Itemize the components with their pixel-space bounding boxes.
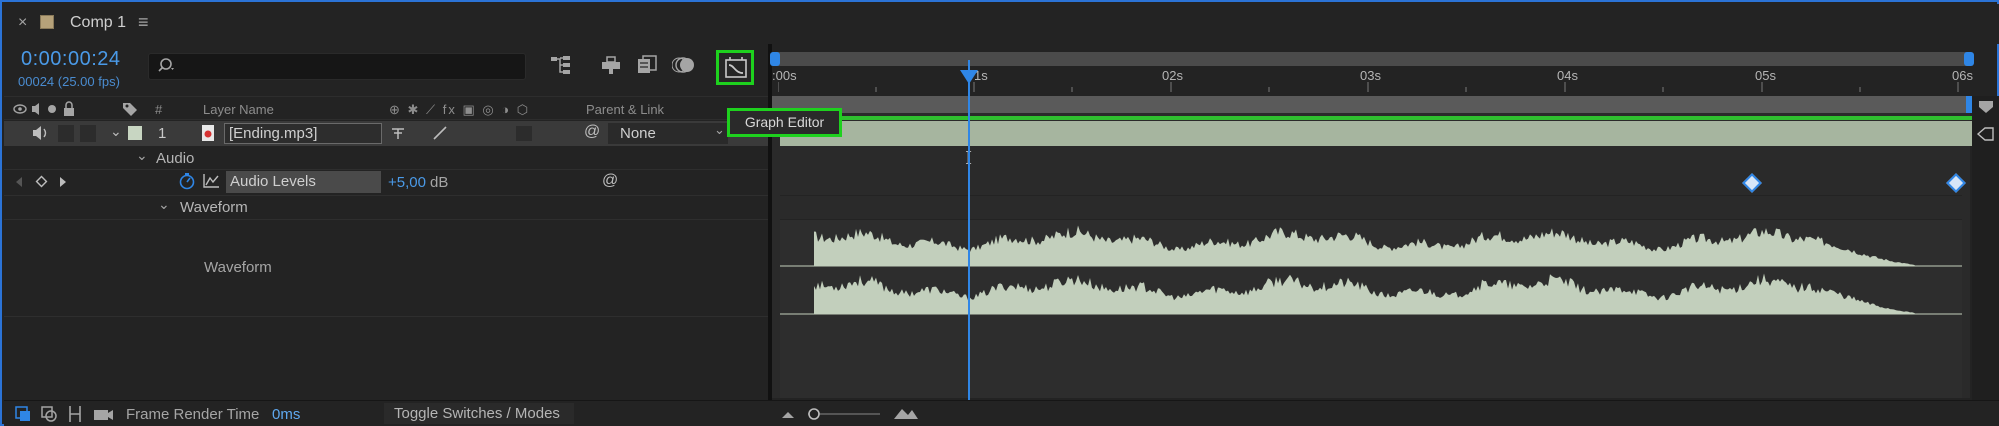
timeline-footer: Frame Render Time 0ms Toggle Switches / … — [4, 400, 1999, 426]
toggle-switches-modes-button[interactable]: Toggle Switches / Modes — [384, 403, 574, 424]
lock-toggle[interactable] — [80, 125, 96, 142]
zoom-out-icon[interactable] — [780, 407, 796, 424]
keyframe-navigator[interactable] — [14, 175, 68, 193]
layer-label-color[interactable] — [128, 126, 142, 140]
audio-levels-label: Audio Levels — [230, 173, 316, 190]
layer-switches-toggle-icon[interactable] — [14, 405, 32, 426]
expand-chevron-icon[interactable]: ⌄ — [110, 123, 122, 140]
graph-toggle-icon[interactable] — [202, 173, 220, 193]
layer-row[interactable]: ⌄ 1 [Ending.mp3] @ None ⌄ — [4, 121, 768, 146]
current-time-indicator[interactable] — [968, 60, 970, 400]
parent-dropdown[interactable]: None ⌄ — [608, 122, 728, 144]
panel-tab-bar — [4, 4, 1999, 44]
layer-name: [Ending.mp3] — [229, 125, 318, 142]
property-pickwhip-icon[interactable]: @ — [602, 172, 618, 190]
layer-name-field[interactable]: [Ending.mp3] — [224, 123, 382, 144]
comp-flowchart-icon[interactable] — [548, 54, 574, 78]
row-divider — [4, 219, 768, 220]
graph-editor-button[interactable] — [716, 50, 754, 85]
waveform-group-label[interactable]: Waveform — [180, 199, 248, 216]
parent-pickwhip-icon[interactable]: @ — [584, 123, 600, 141]
row-divider — [780, 195, 1962, 196]
zoom-in-icon[interactable] — [892, 405, 920, 425]
ruler-label: 02s — [1162, 68, 1183, 83]
audio-group-label[interactable]: Audio — [156, 150, 194, 167]
ruler-label: :00s — [772, 68, 797, 83]
waveform-property-label: Waveform — [204, 259, 272, 276]
layer-search-input[interactable] — [148, 53, 526, 80]
render-time-icon[interactable] — [92, 405, 114, 426]
graph-editor-tooltip: Graph Editor — [727, 108, 842, 137]
close-tab-icon[interactable]: × — [18, 14, 27, 32]
waveform-channel-left — [814, 225, 1920, 266]
property-name-field[interactable]: Audio Levels — [226, 171, 381, 193]
quality-switch-icon[interactable] — [432, 125, 448, 145]
solo-toggle[interactable] — [58, 125, 74, 142]
stopwatch-icon[interactable] — [178, 172, 196, 194]
frame-blending-icon[interactable] — [634, 54, 660, 78]
ruler-ticks — [778, 82, 1959, 92]
toggle-switches-modes-label: Toggle Switches / Modes — [394, 405, 560, 422]
layer-column-headers: # Layer Name ⊕ ✱ ⟋ fx ▣ ◎ ◑ ⬡ Parent & L… — [4, 96, 768, 120]
audio-levels-value[interactable]: +5,00 — [388, 174, 426, 191]
current-time-indicator-handle[interactable] — [960, 70, 978, 84]
comp-tab-label[interactable]: Comp 1 — [70, 14, 126, 32]
work-area-end-handle[interactable] — [1964, 52, 1974, 66]
parent-dropdown-value: None — [620, 125, 656, 142]
label-tag-icon[interactable] — [122, 101, 138, 121]
layer-bar-selection — [780, 116, 1972, 120]
ruler-label: 03s — [1360, 68, 1381, 83]
in-out-stretch-icon[interactable] — [66, 405, 84, 426]
av-features-header[interactable] — [12, 101, 92, 121]
work-area-strip[interactable] — [772, 96, 1970, 113]
row-divider — [4, 169, 768, 170]
waveform-channel-right — [814, 273, 1920, 314]
frame-render-time-value: 0ms — [272, 406, 301, 423]
waveform-shape — [814, 273, 1920, 314]
adjustment-layer-toggle[interactable] — [516, 126, 532, 141]
current-time-display[interactable]: 0:00:00:24 — [21, 48, 121, 71]
motion-blur-icon[interactable] — [671, 54, 698, 78]
graph-editor-icon — [724, 56, 748, 84]
work-area-bar[interactable] — [772, 52, 1972, 66]
ruler-label: 06s — [1952, 68, 1973, 83]
chevron-down-icon: ⌄ — [714, 122, 725, 137]
draft-3d-icon[interactable] — [598, 54, 624, 78]
layer-end-marker-icon[interactable] — [1976, 126, 1994, 146]
ruler-label: 04s — [1557, 68, 1578, 83]
audio-speaker-icon[interactable] — [32, 125, 50, 145]
layer-duration-bar[interactable] — [780, 121, 1972, 146]
search-icon — [157, 57, 177, 79]
work-area-start-handle[interactable] — [770, 52, 780, 66]
waveform-shape — [814, 225, 1920, 266]
audio-file-icon — [202, 125, 214, 145]
transfer-controls-icon[interactable] — [40, 405, 58, 426]
shy-switch-icon[interactable] — [390, 125, 406, 145]
waveform-group-chevron-icon[interactable]: ⌄ — [158, 196, 170, 213]
waveform-display — [780, 225, 1962, 315]
row-divider — [4, 195, 768, 196]
panel-menu-icon[interactable]: ≡ — [138, 12, 149, 33]
after-effects-timeline-panel: × Comp 1 ≡ 0:00:00:24 00024 (25.00 fps) … — [0, 0, 1999, 426]
layer-index: 1 — [158, 125, 167, 142]
zoom-slider[interactable] — [804, 406, 884, 426]
layer-name-column-header[interactable]: Layer Name — [203, 102, 274, 117]
ruler-label: 05s — [1755, 68, 1776, 83]
frame-render-time-label: Frame Render Time — [126, 406, 260, 423]
parent-link-column-header[interactable]: Parent & Link — [586, 102, 664, 117]
audio-group-chevron-icon[interactable]: ⌄ — [136, 147, 148, 164]
comp-color-swatch — [40, 15, 54, 29]
row-divider — [4, 316, 768, 317]
frame-count-display: 00024 (25.00 fps) — [18, 74, 120, 89]
number-column-header[interactable]: # — [155, 102, 162, 117]
audio-levels-unit: dB — [430, 174, 449, 191]
switches-column-header[interactable]: ⊕ ✱ ⟋ fx ▣ ◎ ◑ ⬡ — [389, 102, 530, 118]
comp-marker-bin-icon[interactable] — [1978, 100, 1994, 118]
